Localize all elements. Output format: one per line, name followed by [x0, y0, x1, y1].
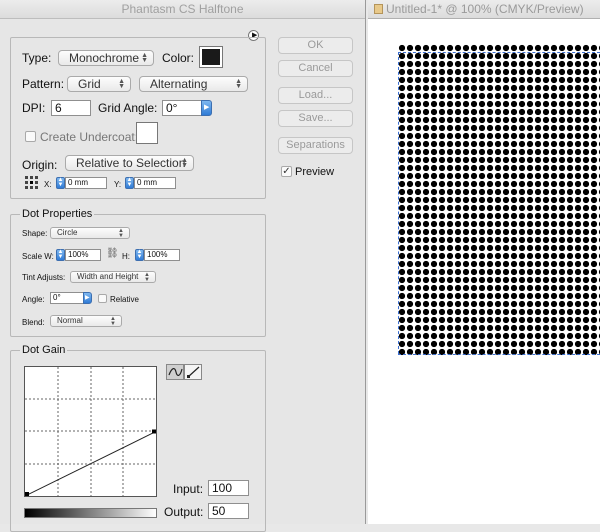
dpi-field[interactable]: 6 — [51, 100, 91, 116]
origin-label: Origin: — [22, 158, 58, 172]
dot-gain-curve-graph[interactable] — [24, 366, 157, 497]
document-title: Untitled-1* @ 100% (CMYK/Preview) — [386, 2, 584, 16]
ok-button[interactable]: OK — [278, 37, 353, 54]
curve-point-handle[interactable] — [25, 492, 29, 496]
curve-point-handle[interactable] — [152, 429, 156, 434]
select-arrows-icon: ▲ ▼ — [141, 52, 148, 64]
grid-angle-label: Grid Angle: — [98, 101, 158, 115]
pencil-tool[interactable] — [184, 364, 202, 380]
color-swatch[interactable] — [199, 46, 223, 68]
halftone-preview-artwork — [398, 44, 600, 356]
separations-button[interactable]: Separations — [278, 137, 353, 154]
select-arrows-icon: ▲ ▼ — [144, 272, 150, 283]
type-label: Type: — [22, 51, 52, 65]
checkmark-icon: ✓ — [282, 165, 291, 177]
dpi-label: DPI: — [22, 101, 46, 115]
origin-select[interactable]: Relative to Selection ▲ ▼ — [65, 155, 194, 171]
document-window-title-bar: Untitled-1* @ 100% (CMYK/Preview) — [368, 0, 600, 19]
type-select[interactable]: Monochrome ▲ ▼ — [58, 50, 154, 66]
tint-adjusts-value: Width and Height — [77, 272, 139, 281]
create-undercoat-label: Create Undercoat: — [40, 130, 139, 144]
pattern-label: Pattern: — [22, 77, 65, 91]
select-arrows-icon: ▲ ▼ — [235, 78, 242, 90]
output-field[interactable]: 50 — [208, 503, 249, 519]
shape-label: Shape: — [22, 229, 48, 238]
pattern-select[interactable]: Grid ▲ ▼ — [67, 76, 131, 92]
output-label: Output: — [164, 505, 204, 519]
selection-edge-bottom — [398, 354, 600, 355]
color-label: Color: — [162, 51, 195, 65]
select-arrows-icon: ▲ ▼ — [118, 78, 125, 90]
anchor-grid-icon — [25, 176, 38, 189]
shape-select[interactable]: Circle ▲ ▼ — [50, 227, 130, 239]
preview-label: Preview — [295, 166, 335, 178]
blend-label: Blend: — [22, 318, 45, 327]
color-swatch-fill — [202, 49, 220, 65]
preview-checkbox[interactable]: ✓ — [281, 166, 292, 177]
save-button[interactable]: Save... — [278, 110, 353, 127]
type-select-value: Monochrome — [69, 51, 140, 65]
scale-h-stepper[interactable]: ▲ ▼ — [135, 249, 144, 261]
undercoat-color-swatch[interactable] — [136, 122, 158, 144]
pattern-mode-select[interactable]: Alternating ▲ ▼ — [139, 76, 248, 92]
relative-label: Relative — [110, 295, 139, 304]
dot-gain-curve — [25, 367, 156, 496]
selection-edge-top — [398, 52, 600, 53]
tint-adjusts-select[interactable]: Width and Height ▲ ▼ — [70, 271, 156, 283]
y-label: Y: — [114, 180, 122, 189]
load-button[interactable]: Load... — [278, 87, 353, 104]
grid-angle-field[interactable]: 0° — [162, 100, 202, 116]
tint-adjusts-label: Tint Adjusts: — [22, 273, 66, 282]
scale-w-field[interactable]: 100% — [65, 249, 101, 261]
y-stepper[interactable]: ▲ ▼ — [125, 177, 134, 189]
dot-gain-title: Dot Gain — [20, 344, 68, 356]
origin-anchor-grid-icon[interactable] — [25, 176, 39, 190]
select-arrows-icon: ▲ ▼ — [181, 157, 188, 169]
halftone-dialog: Phantasm CS Halftone ▶ Type: Monochrome … — [0, 0, 366, 532]
origin-select-value: Relative to Selection — [76, 156, 186, 170]
triangle-right-icon: ▶ — [204, 104, 210, 111]
input-field[interactable]: 100 — [208, 480, 249, 496]
x-stepper[interactable]: ▲ ▼ — [56, 177, 65, 189]
shape-select-value: Circle — [57, 228, 78, 237]
x-field[interactable]: 0 mm — [65, 177, 107, 189]
selection-edge-left — [398, 52, 399, 354]
dot-properties-title: Dot Properties — [20, 208, 95, 220]
scale-h-field[interactable]: 100% — [144, 249, 180, 261]
scale-h-label: H: — [122, 252, 130, 261]
select-arrows-icon: ▲ ▼ — [110, 316, 116, 327]
relative-checkbox[interactable] — [98, 294, 107, 303]
cancel-button[interactable]: Cancel — [278, 60, 353, 77]
link-icon[interactable]: ⛓ — [106, 247, 119, 261]
dialog-title: Phantasm CS Halftone — [0, 0, 365, 19]
scale-w-stepper[interactable]: ▲ ▼ — [56, 249, 65, 261]
angle-field[interactable]: 0° — [50, 292, 84, 304]
create-undercoat-checkbox[interactable] — [25, 131, 36, 142]
pattern-select-value: Grid — [78, 77, 101, 91]
blend-select-value: Normal — [57, 316, 83, 325]
blend-select[interactable]: Normal ▲ ▼ — [50, 315, 122, 327]
smooth-curve-icon — [168, 368, 183, 376]
y-field[interactable]: 0 mm — [134, 177, 176, 189]
pattern-mode-value: Alternating — [150, 77, 208, 91]
input-label: Input: — [173, 482, 204, 496]
gradient-ramp — [24, 508, 157, 518]
grid-angle-dropdown-button[interactable]: ▶ — [201, 100, 212, 116]
x-label: X: — [44, 180, 52, 189]
document-icon — [374, 4, 383, 14]
angle-dropdown-button[interactable]: ▶ — [83, 292, 92, 304]
triangle-right-icon: ▶ — [85, 295, 90, 301]
smooth-curve-tool[interactable] — [166, 364, 184, 380]
scale-w-label: Scale W: — [22, 252, 54, 261]
pencil-icon — [187, 366, 200, 378]
angle-label: Angle: — [22, 295, 45, 304]
gain-curve-line — [25, 431, 156, 496]
select-arrows-icon: ▲ ▼ — [118, 228, 124, 239]
